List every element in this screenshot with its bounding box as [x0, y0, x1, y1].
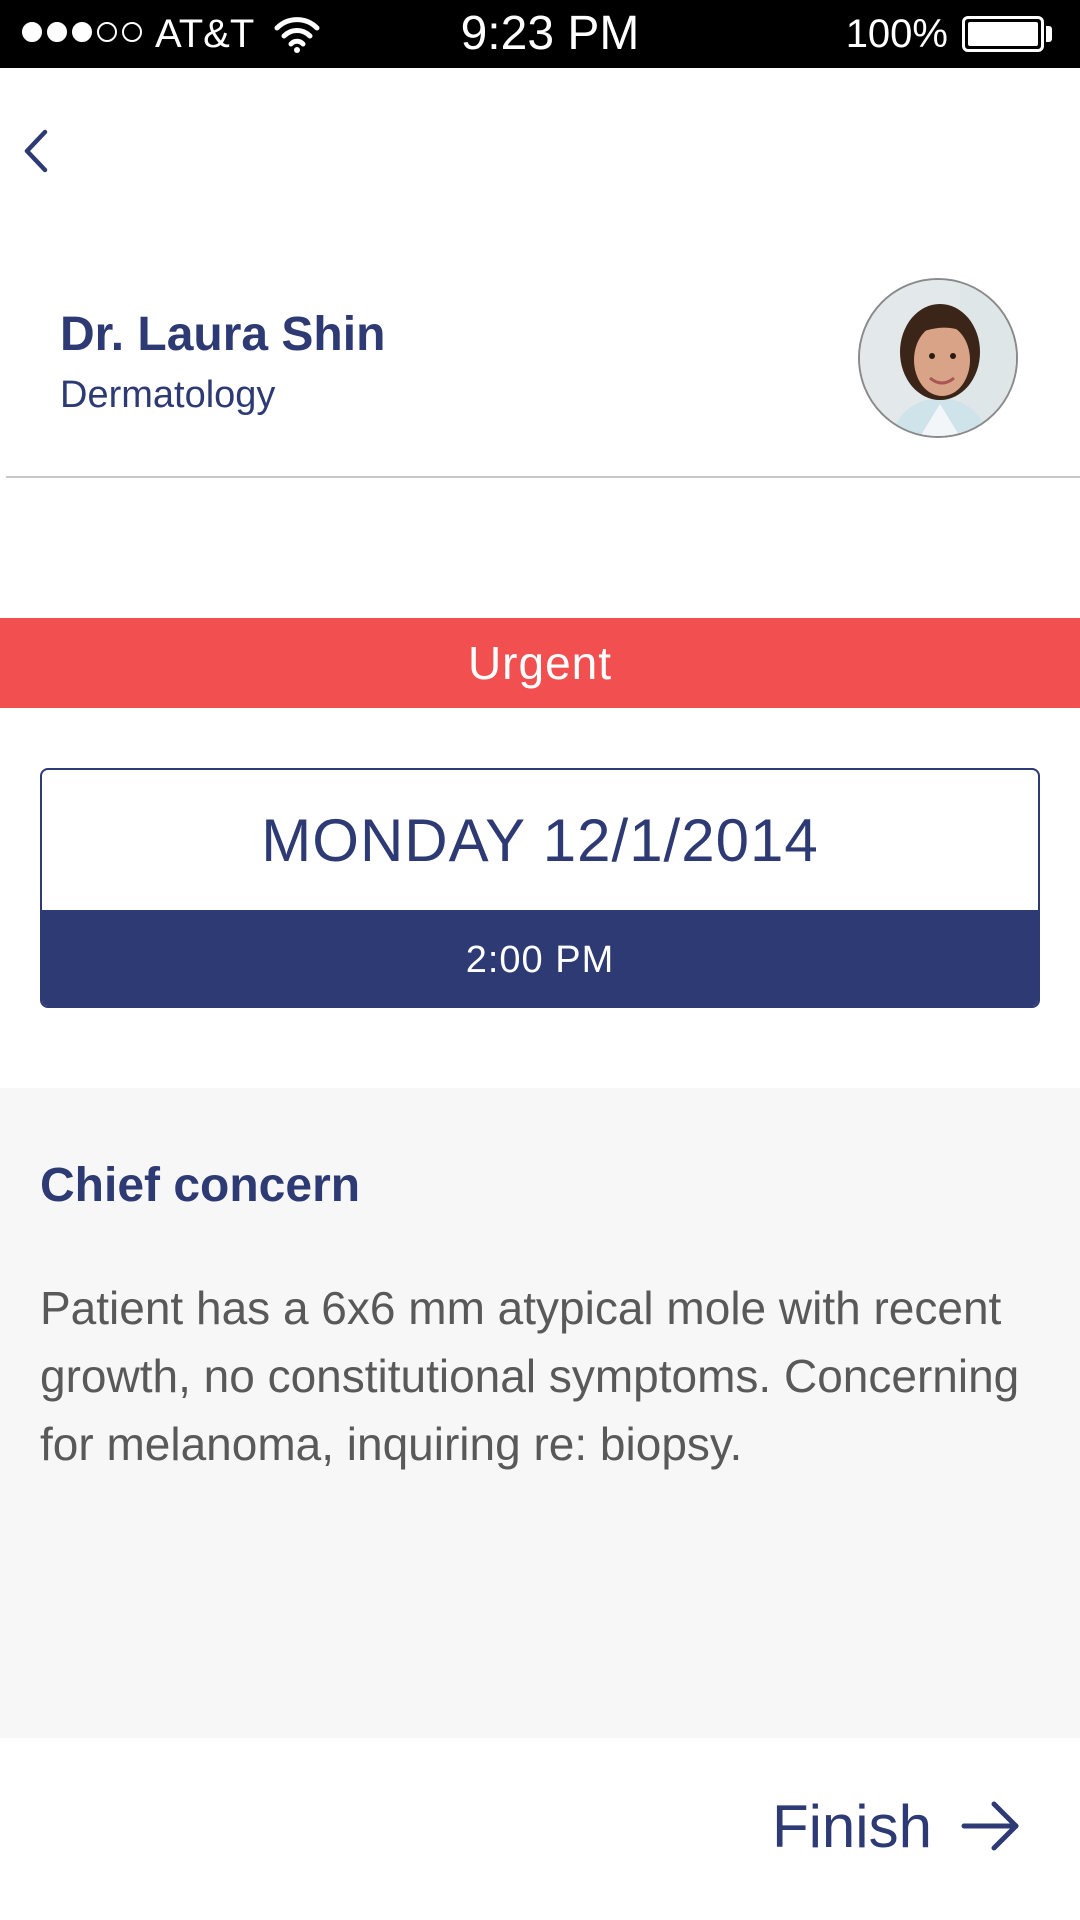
battery-percentage: 100% [845, 12, 948, 56]
chief-concern-title: Chief concern [40, 1159, 361, 1212]
doctor-specialty: Dermatology [60, 374, 276, 416]
appointment-card: MONDAY 12/1/2014 2:00 PM [40, 768, 1040, 1008]
chief-concern-text: Patient has a 6x6 mm atypical mole with … [40, 1282, 1020, 1470]
finish-button[interactable]: Finish [772, 1786, 1022, 1866]
chief-concern-panel: Chief concern Patient has a 6x6 mm atypi… [0, 1088, 1080, 1738]
header-divider [6, 476, 1080, 478]
doctor-avatar [858, 278, 1018, 438]
back-button[interactable] [10, 120, 62, 182]
finish-label: Finish [771, 1792, 932, 1860]
arrow-right-icon [961, 1801, 1019, 1851]
chevron-left-icon [24, 129, 48, 173]
battery-icon [962, 16, 1044, 52]
appointment-time: 2:00 PM [465, 938, 615, 981]
status-bar: AT&T 9:23 PM 100% [0, 0, 1080, 68]
doctor-name: Dr. Laura Shin [60, 308, 386, 361]
appointment-time-button[interactable]: 2:00 PM [42, 910, 1038, 1006]
urgent-banner: Urgent [0, 618, 1080, 708]
urgent-label: Urgent [467, 637, 613, 689]
appointment-date: MONDAY 12/1/2014 [261, 806, 819, 874]
doctor-portrait-icon [860, 280, 1016, 436]
